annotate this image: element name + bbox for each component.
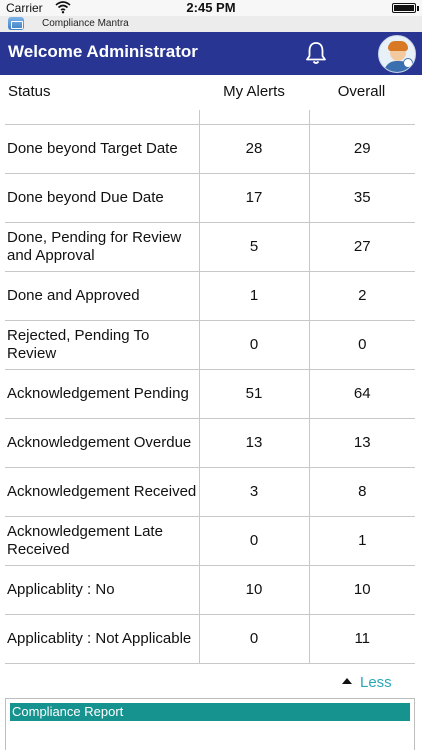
row-my-alerts: 51 bbox=[198, 368, 310, 419]
verified-icon bbox=[403, 58, 413, 68]
header-status: Status bbox=[8, 83, 51, 100]
row-status: Acknowledgement Received bbox=[5, 466, 200, 517]
avatar[interactable] bbox=[378, 35, 416, 73]
row-status: Applicablity : No bbox=[5, 564, 200, 615]
status-bar: Carrier 2:45 PM bbox=[0, 0, 422, 16]
row-my-alerts: 13 bbox=[198, 417, 310, 468]
table-row[interactable]: Acknowledgement Received 3 8 bbox=[5, 466, 415, 517]
row-status: Rejected, Pending To Review bbox=[5, 319, 200, 370]
row-overall: 13 bbox=[308, 417, 415, 468]
row-my-alerts: 10 bbox=[198, 564, 310, 615]
welcome-title: Welcome Administrator bbox=[8, 42, 198, 61]
table-row[interactable]: Done and Approved 1 2 bbox=[5, 270, 415, 321]
table-row[interactable]: Done beyond Due Date 17 35 bbox=[5, 172, 415, 223]
row-overall: 1 bbox=[308, 515, 415, 566]
table-row[interactable]: Acknowledgement Overdue 13 13 bbox=[5, 417, 415, 468]
collapse-arrow-icon bbox=[342, 678, 352, 684]
table-row[interactable]: Acknowledgement Late Received 0 1 bbox=[5, 515, 415, 566]
row-status: Done beyond Due Date bbox=[5, 172, 200, 223]
row-overall: 8 bbox=[308, 466, 415, 517]
clock: 2:45 PM bbox=[186, 0, 236, 15]
row-overall: 35 bbox=[308, 172, 415, 223]
compliance-report-title: Compliance Report bbox=[10, 703, 410, 721]
column-headers: Status My Alerts Overall bbox=[0, 75, 422, 109]
table-row[interactable]: Done beyond Target Date 28 29 bbox=[5, 123, 415, 174]
row-my-alerts: 17 bbox=[198, 172, 310, 223]
battery-icon bbox=[392, 3, 419, 13]
app-icon bbox=[8, 17, 24, 30]
table-row[interactable]: Done, Pending for Review and Approval 5 27 bbox=[5, 221, 415, 272]
app-title-strip: Compliance Mantra bbox=[0, 16, 422, 32]
compliance-report-panel[interactable]: Compliance Report bbox=[5, 698, 415, 750]
row-overall: 10 bbox=[308, 564, 415, 615]
row-status: Done and Approved bbox=[5, 270, 200, 321]
alerts-table: Done beyond Target Date 28 29 Done beyond D… bbox=[5, 110, 415, 664]
row-status: Acknowledgement Late Received bbox=[5, 515, 200, 566]
row-status: Acknowledgement Pending bbox=[5, 368, 200, 419]
header-my-alerts: My Alerts bbox=[223, 83, 285, 100]
header-overall: Overall bbox=[337, 83, 386, 100]
row-my-alerts: 3 bbox=[198, 466, 310, 517]
less-link[interactable]: Less bbox=[342, 674, 392, 691]
row-my-alerts: 0 bbox=[198, 613, 310, 664]
table-row[interactable]: Rejected, Pending To Review 0 0 bbox=[5, 319, 415, 370]
less-label: Less bbox=[360, 674, 392, 691]
bell-icon[interactable] bbox=[305, 41, 327, 65]
app-name: Compliance Mantra bbox=[42, 18, 129, 29]
row-status: Done, Pending for Review and Approval bbox=[5, 221, 200, 272]
table-row[interactable]: Acknowledgement Pending 51 64 bbox=[5, 368, 415, 419]
row-overall: 29 bbox=[308, 123, 415, 174]
row-overall: 0 bbox=[308, 319, 415, 370]
row-my-alerts: 1 bbox=[198, 270, 310, 321]
row-status: Applicablity : Not Applicable bbox=[5, 613, 200, 664]
row-overall: 2 bbox=[308, 270, 415, 321]
table-row[interactable]: Applicablity : No 10 10 bbox=[5, 564, 415, 615]
row-my-alerts: 0 bbox=[198, 515, 310, 566]
row-status: Done beyond Target Date bbox=[5, 123, 200, 174]
row-overall: 27 bbox=[308, 221, 415, 272]
row-status: Acknowledgement Overdue bbox=[5, 417, 200, 468]
row-overall: 11 bbox=[308, 613, 415, 664]
table-row[interactable]: Applicablity : Not Applicable 0 11 bbox=[5, 613, 415, 664]
row-my-alerts: 5 bbox=[198, 221, 310, 272]
row-my-alerts: 0 bbox=[198, 319, 310, 370]
row-my-alerts: 28 bbox=[198, 123, 310, 174]
row-overall: 64 bbox=[308, 368, 415, 419]
header: Welcome Administrator bbox=[0, 32, 422, 75]
table-spacer-row bbox=[5, 110, 415, 125]
